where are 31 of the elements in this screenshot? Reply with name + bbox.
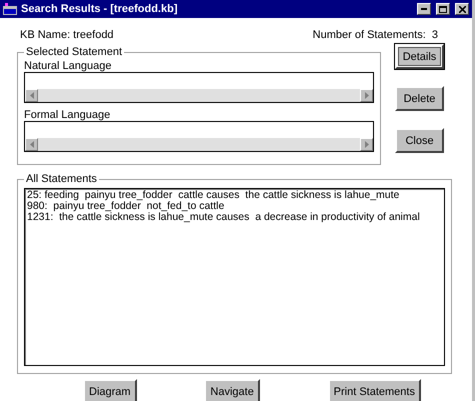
text-field[interactable] (24, 72, 374, 103)
group-title: All Statements (25, 173, 98, 185)
field-label: Formal Language (24, 109, 112, 121)
right-arrow-icon (364, 141, 368, 148)
app-icon (3, 3, 17, 15)
statement-count-label: Number of Statements: 3 (312, 29, 438, 43)
window-title: Search Results - [treefodd.kb] (21, 3, 178, 15)
dialog-button[interactable]: Navigate (204, 379, 260, 401)
list-item[interactable]: 1231: the cattle sickness is lahue_mute causes a decrease in productivity of animal (27, 212, 442, 223)
dialog-button[interactable]: Close (395, 128, 444, 153)
right-arrow-icon (364, 92, 368, 99)
dialog-button[interactable]: Delete (395, 86, 444, 111)
horizontal-scrollbar[interactable] (25, 138, 373, 151)
dialog-button[interactable]: Print Statements (328, 379, 421, 401)
minimize-button[interactable] (417, 3, 431, 15)
kb-name-label: KB Name: treefodd (20, 29, 114, 43)
minimize-icon (421, 8, 427, 10)
group-title: Selected Statement (25, 46, 124, 58)
maximize-button[interactable] (436, 3, 450, 15)
dialog-button[interactable]: Diagram (83, 379, 137, 401)
text-field[interactable] (24, 121, 374, 152)
left-arrow-icon (30, 141, 34, 148)
dialog-button[interactable]: Details (395, 44, 444, 69)
left-arrow-icon (30, 92, 34, 99)
list-item[interactable]: 25: feeding painyu tree_fodder cattle causes the cattle sickness is lahue_mute (27, 190, 442, 201)
maximize-icon (439, 6, 447, 12)
close-icon (458, 6, 466, 12)
horizontal-scrollbar[interactable] (25, 89, 373, 102)
field-label: Natural Language (24, 60, 112, 72)
close-button[interactable] (455, 3, 469, 15)
list-item[interactable]: 980: painyu tree_fodder not_fed_to cattle (27, 201, 442, 212)
